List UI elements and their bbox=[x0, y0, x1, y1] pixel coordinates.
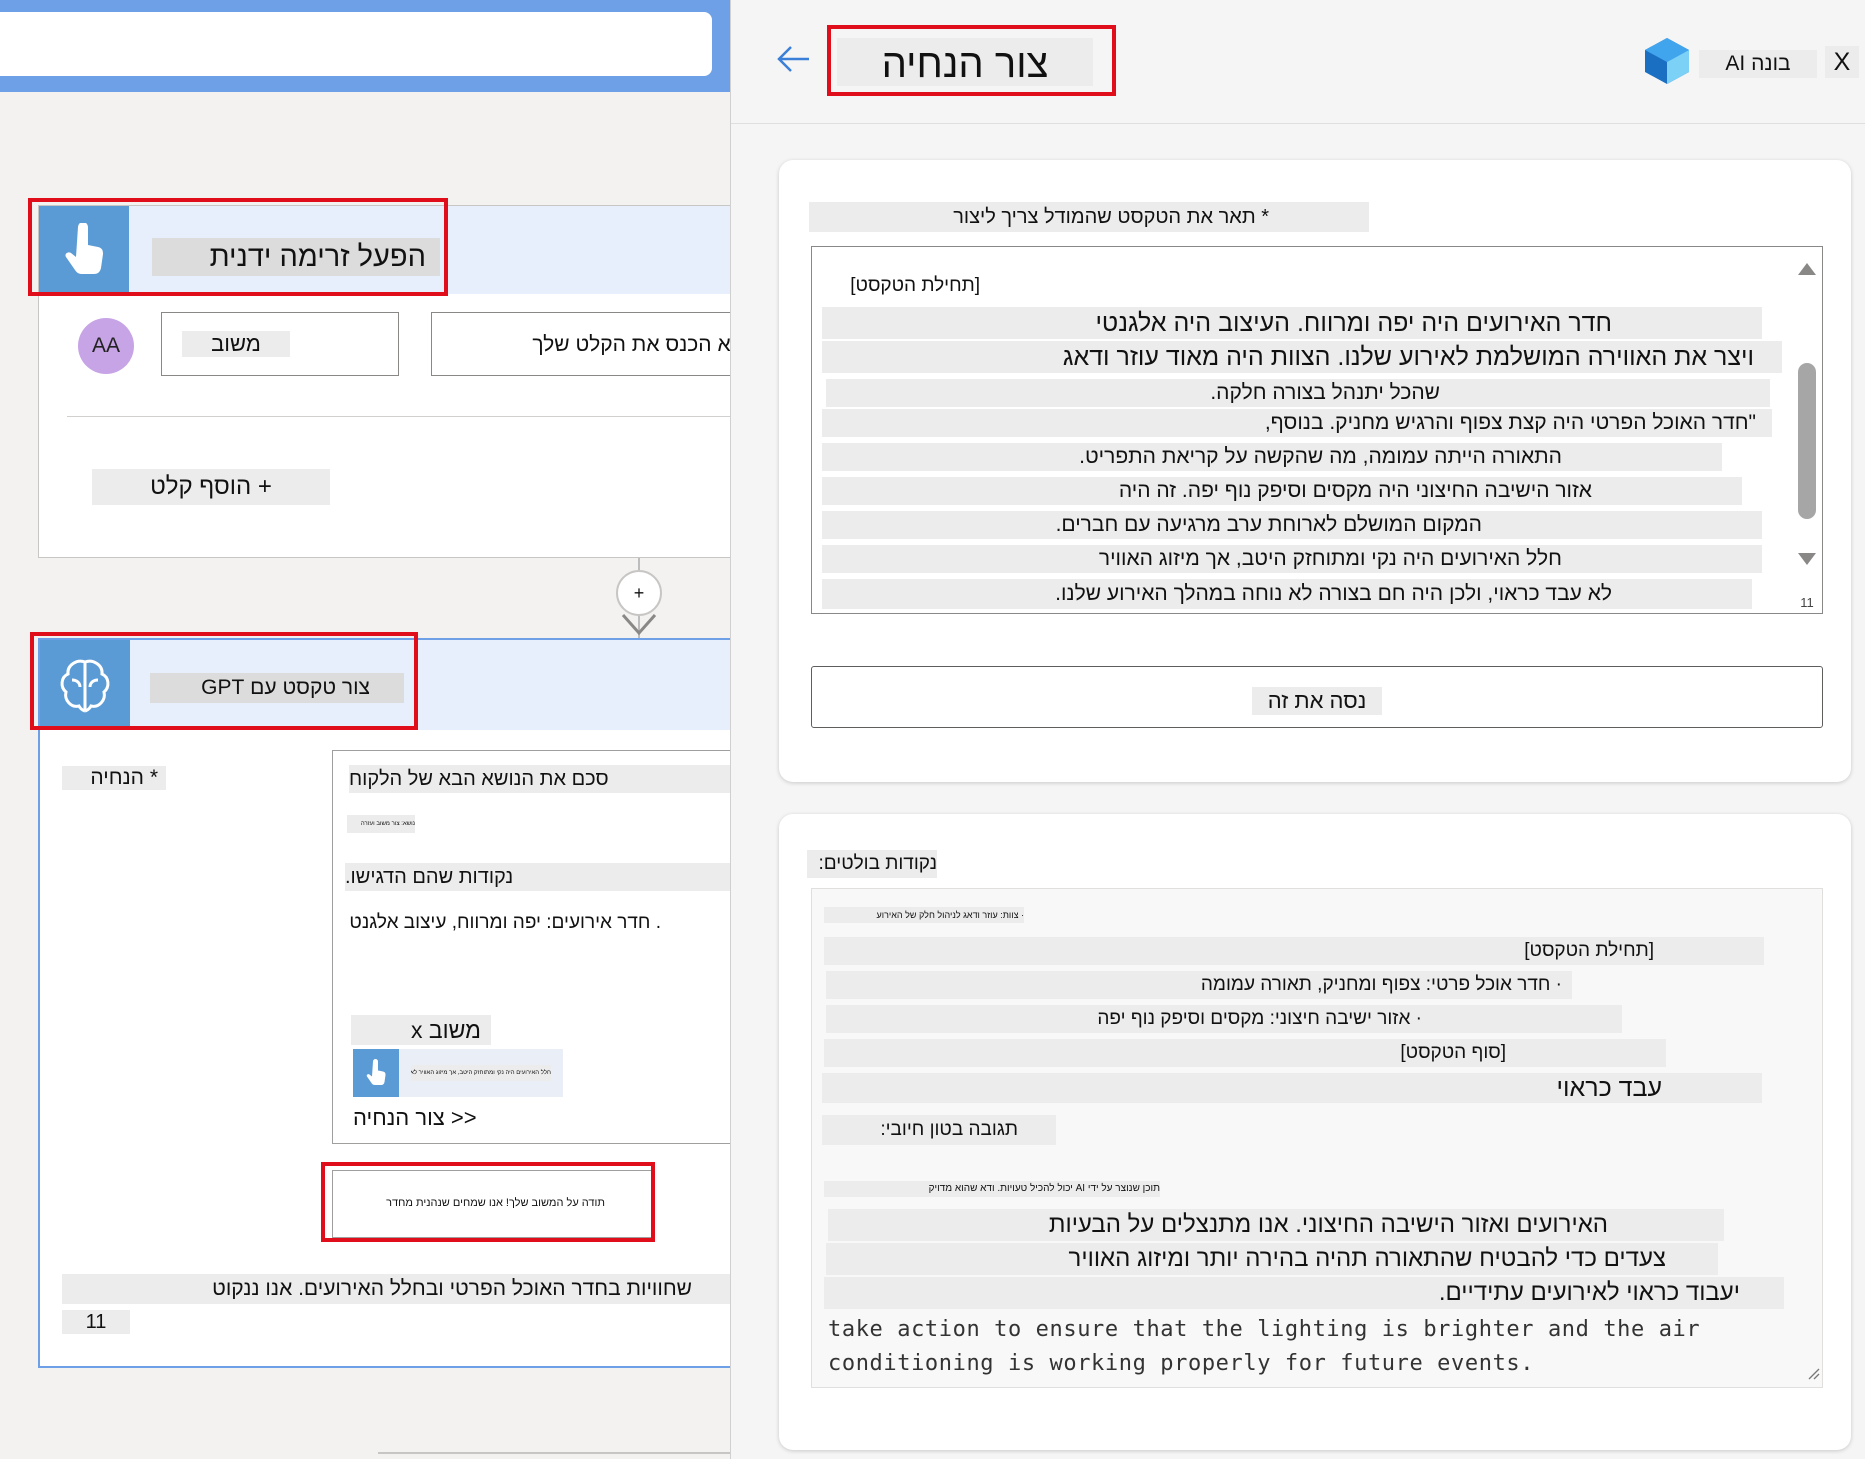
gpt-card[interactable]: צור טקסט עם GPT * הנחיה סכם את הנושא הבא… bbox=[38, 638, 730, 1368]
prompt-textarea-line-1: [תחילת הטקסט] bbox=[824, 273, 984, 299]
prompt-tiny-line: נושא: צור משוב ועזרה bbox=[347, 815, 415, 833]
prompt-editor[interactable]: סכם את הנושא הבא של הלקוח נושא: צור משוב… bbox=[332, 750, 730, 1144]
response-english: take action to ensure that the lighting … bbox=[828, 1317, 1701, 1376]
prompt-textarea[interactable]: [תחילת הטקסט] חדר האירועים היה יפה ומרווח… bbox=[811, 246, 1823, 614]
dynamic-content-chip[interactable]: חלל האירועים היה נקי ומתוחזק היטב, אך מי… bbox=[353, 1049, 563, 1097]
output-card: נקודות בולטים: · צוות: עוזר ודאג לניהול … bbox=[779, 814, 1851, 1450]
trigger-divider bbox=[67, 416, 730, 417]
sample-highlight-box bbox=[321, 1162, 655, 1242]
describe-label: * תאר את הטקסט שהמודל צריך ליצור bbox=[809, 202, 1369, 232]
prompt-textarea-line-6: התאורה הייתה עמומה, מה שהקשה על קריאת הת… bbox=[822, 443, 1722, 471]
prompt-label: * הנחיה bbox=[62, 766, 166, 790]
prompt-textarea-line-5: "חדר האוכל הפרטי היה קצת צפוף והרגיש מחנ… bbox=[822, 409, 1772, 437]
gpt-bottom-line: שחוויות בחדר האוכל הפרטי ובחלל האירועים.… bbox=[62, 1274, 730, 1304]
flow-canvas: הפעל זרימה ידנית AA משוב אנא הכנס את הקל… bbox=[0, 0, 730, 1459]
gpt-highlight-box bbox=[30, 632, 418, 730]
output-line-1: [תחילת הטקסט] bbox=[824, 937, 1764, 965]
prompt-textarea-line-7: אזור הישיבה החיצוני היה מקסים וסיפק נוף … bbox=[822, 477, 1742, 505]
feedback-chip[interactable]: משוב x bbox=[351, 1015, 491, 1045]
app-name: בונה AI bbox=[1699, 50, 1817, 78]
textarea-counter: 11 bbox=[1800, 595, 1814, 610]
trigger-highlight-box bbox=[28, 198, 448, 296]
avatar: AA bbox=[78, 318, 134, 374]
input-placeholder-field[interactable]: אנא הכנס את הקלט שלך bbox=[431, 312, 730, 376]
response-line-1: האירועים ואזור הישיבה החיצוני. אנו מתנצל… bbox=[828, 1209, 1724, 1241]
output-line-4: [סוף הטקסט] bbox=[824, 1039, 1666, 1067]
response-line-2: צעדים כדי להבטיח שהתאורה תהיה בהירה יותר… bbox=[826, 1243, 1718, 1275]
output-box[interactable]: · צוות: עוזר ודאג לניהול חלק של האירוע [… bbox=[811, 888, 1823, 1388]
scroll-thumb[interactable] bbox=[1798, 363, 1816, 519]
resize-grip-icon[interactable] bbox=[1806, 1366, 1820, 1385]
ai-builder-logo-icon bbox=[1641, 36, 1693, 91]
try-it-button[interactable]: נסה את זה bbox=[811, 666, 1823, 728]
positive-tone-label: תגובה בטון חיובי: bbox=[822, 1115, 1056, 1145]
prompt-textarea-line-9: חלל האירועים היה נקי ומתוחזק היטב, אך מי… bbox=[822, 545, 1762, 573]
output-line-5: עבד כראוי bbox=[822, 1073, 1762, 1103]
gpt-counter: 11 bbox=[62, 1310, 130, 1334]
prompt-line-1: סכם את הנושא הבא של הלקוח bbox=[349, 765, 730, 793]
output-line-3: · אזור ישיבה חיצוני: מקסים וסיפק נוף יפה bbox=[826, 1005, 1622, 1033]
touch-hand-small-icon bbox=[353, 1049, 399, 1097]
ai-disclaimer: תוכן שנוצר על ידי AI יכול להכיל טעויות. … bbox=[824, 1181, 1160, 1197]
add-step-button[interactable]: + bbox=[616, 570, 662, 616]
arrow-left-icon[interactable] bbox=[775, 44, 811, 79]
dynamic-content-text: חלל האירועים היה נקי ומתוחזק היטב, אך מי… bbox=[411, 1065, 551, 1081]
prompt-textarea-line-10: לא עבד כראוי, ולכן היה חם בצורה לא נוחה … bbox=[822, 579, 1752, 609]
prompt-line-3: . חדר אירועים: יפה ומרווח, עיצוב אלגנטי bbox=[349, 909, 661, 937]
create-prompt-link[interactable]: << צור הנחיה bbox=[353, 1103, 553, 1133]
prompt-textarea-line-2: חדר האירועים היה יפה ומרווח. העיצוב היה … bbox=[822, 307, 1762, 339]
input-placeholder-text: אנא הכנס את הקלט שלך bbox=[452, 331, 730, 359]
output-tiny-top: · צוות: עוזר ודאג לניהול חלק של האירוע bbox=[824, 907, 1024, 923]
prompt-input-card: * תאר את הטקסט שהמודל צריך ליצור [תחילת … bbox=[779, 160, 1851, 782]
output-label: נקודות בולטים: bbox=[807, 850, 937, 878]
input-type-field[interactable]: משוב bbox=[161, 312, 399, 376]
textarea-scrollbar[interactable] bbox=[1792, 247, 1822, 613]
input-type-value: משוב bbox=[182, 331, 290, 357]
try-it-label: נסה את זה bbox=[1252, 687, 1382, 715]
canvas-bottom-edge bbox=[378, 1452, 730, 1454]
add-input-button[interactable]: + הוסף קלט bbox=[92, 469, 330, 505]
create-prompt-panel: צור הנחיה בונה AI X * תאר את הטקסט שהמוד… bbox=[730, 0, 1865, 1459]
panel-header: צור הנחיה בונה AI X bbox=[731, 0, 1865, 124]
prompt-line-2: נקודות שהם הדגישו. bbox=[345, 863, 730, 891]
panel-title-highlight-box bbox=[827, 25, 1116, 96]
scroll-down-arrow-icon[interactable] bbox=[1798, 553, 1816, 565]
scroll-up-arrow-icon[interactable] bbox=[1798, 263, 1816, 275]
close-button[interactable]: X bbox=[1825, 46, 1859, 78]
response-line-3: יעבוד כראוי לאירועים עתידיים. bbox=[824, 1277, 1784, 1309]
flow-search-input[interactable] bbox=[0, 12, 712, 76]
prompt-textarea-line-3: ויצר את האווירה המושלמת לאירוע שלנו. הצו… bbox=[822, 341, 1782, 373]
prompt-textarea-line-8: המקום המושלם לארוחת ערב מרגיעה עם חברים. bbox=[822, 511, 1762, 539]
prompt-textarea-line-4: שהכל יתנהל בצורה חלקה. bbox=[826, 379, 1770, 407]
output-line-2: · חדר אוכל פרטי: צפוף ומחניק, תאורה עמומ… bbox=[826, 971, 1572, 999]
